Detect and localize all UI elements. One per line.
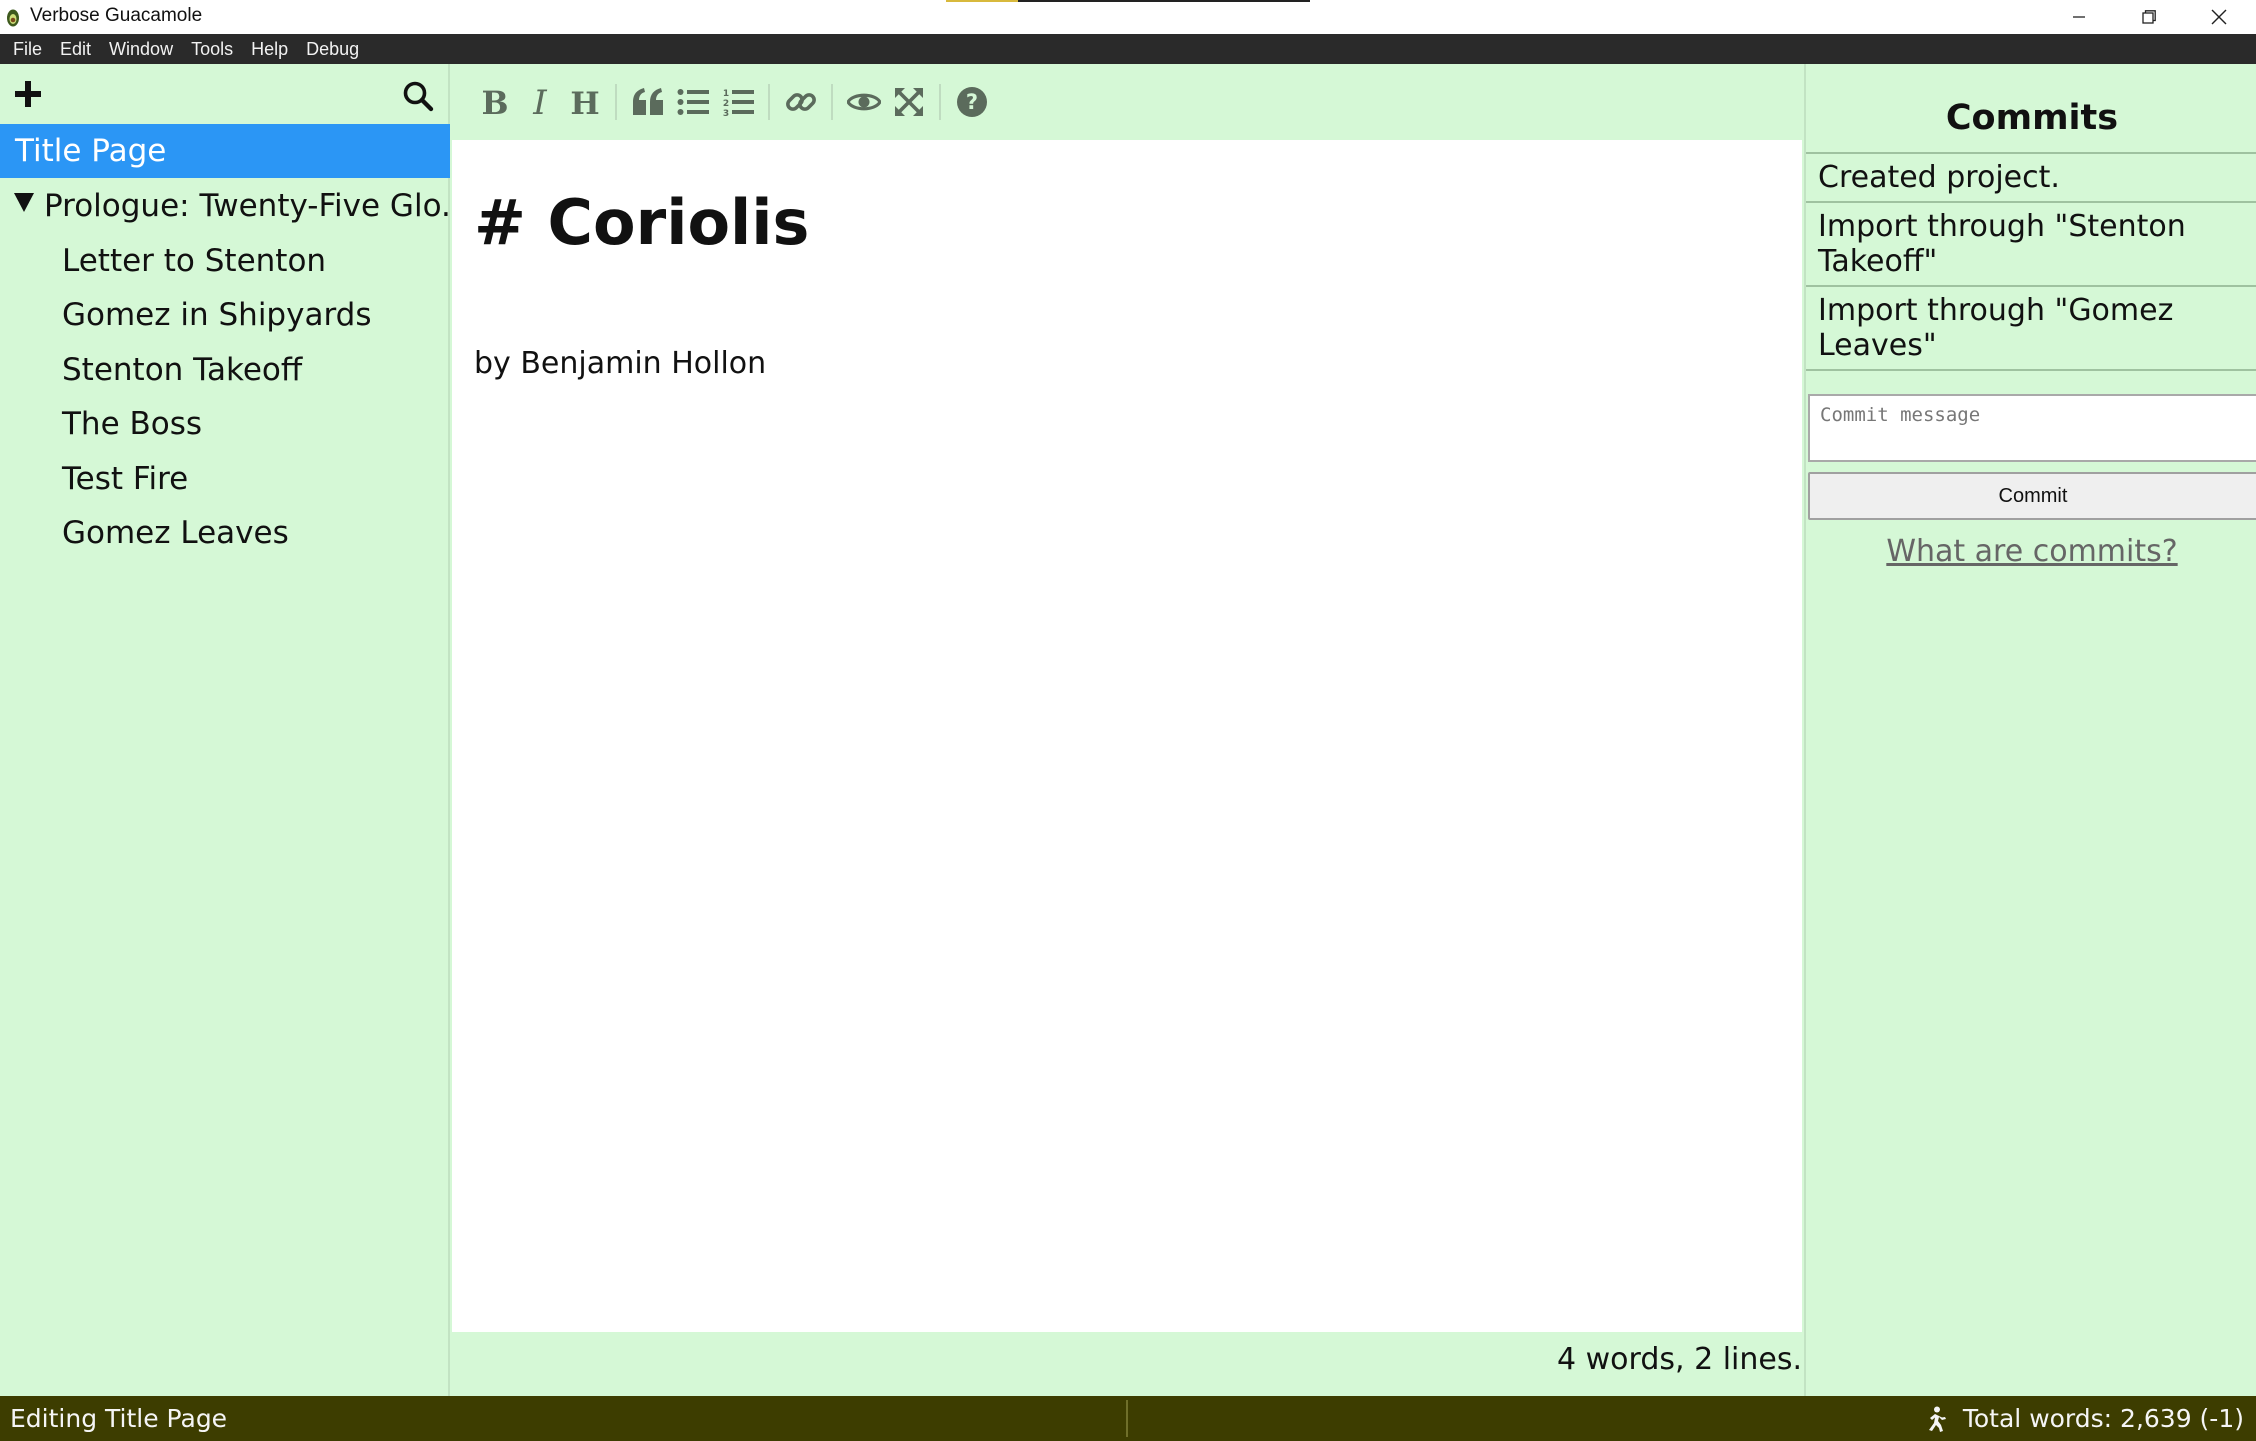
svg-text:3: 3 <box>722 109 728 116</box>
quote-button[interactable] <box>625 79 670 125</box>
format-toolbar: B I H 1 2 3 ? <box>452 64 1804 140</box>
link-icon <box>785 93 816 111</box>
minimize-button[interactable] <box>2044 0 2114 34</box>
menu-help[interactable]: Help <box>242 34 297 64</box>
plus-icon[interactable] <box>12 78 44 110</box>
sidebar-item-chapter[interactable]: Stenton Takeoff <box>0 343 450 397</box>
close-button[interactable] <box>2184 0 2254 34</box>
toolbar-separator <box>768 84 770 120</box>
menu-debug[interactable]: Debug <box>297 34 368 64</box>
menu-file[interactable]: File <box>4 34 51 64</box>
expand-triangle-icon[interactable] <box>14 193 34 212</box>
menu-bar: File Edit Window Tools Help Debug <box>0 34 2256 64</box>
sidebar-item-chapter[interactable]: Letter to Stenton <box>0 234 450 288</box>
fullscreen-button[interactable] <box>886 79 931 125</box>
commit-item[interactable]: Created project. <box>1806 152 2256 201</box>
sidebar-item-title-page[interactable]: Title Page <box>0 124 450 178</box>
menu-window[interactable]: Window <box>100 34 182 64</box>
ordered-list-button[interactable]: 1 2 3 <box>715 79 760 125</box>
sidebar-item-chapter[interactable]: Gomez Leaves <box>0 506 450 560</box>
document-sidebar: Title Page Prologue: Twenty-Five Glo... … <box>0 64 450 1396</box>
italic-button[interactable]: I <box>517 79 562 125</box>
editor-heading-line[interactable]: # Coriolis <box>474 186 809 259</box>
help-button[interactable]: ? <box>949 79 994 125</box>
commit-item[interactable]: Import through "Stenton Takeoff" <box>1806 201 2256 285</box>
preview-icon <box>846 93 881 111</box>
commits-panel: Commits Created project. Import through … <box>1804 64 2256 1396</box>
sidebar-header <box>0 64 448 124</box>
commit-message-input[interactable] <box>1808 394 2256 462</box>
toolbar-separator <box>831 84 833 120</box>
close-icon <box>2211 9 2227 25</box>
status-editing: Editing Title Page <box>10 1404 228 1433</box>
status-divider <box>1126 1400 1128 1437</box>
svg-text:B: B <box>481 86 508 118</box>
ordered-list-icon: 1 2 3 <box>722 89 754 116</box>
sidebar-item-label: Prologue: Twenty-Five Glo... <box>44 188 450 224</box>
editor-byline[interactable]: by Benjamin Hollon <box>474 346 766 381</box>
menu-tools[interactable]: Tools <box>182 34 242 64</box>
commit-button[interactable]: Commit <box>1808 472 2256 520</box>
word-count: 4 words, 2 lines. <box>1557 1342 1802 1377</box>
unordered-list-icon <box>677 89 709 115</box>
sidebar-item-chapter[interactable]: The Boss <box>0 397 450 451</box>
quote-icon <box>632 88 663 115</box>
svg-text:1: 1 <box>722 89 728 99</box>
menu-edit[interactable]: Edit <box>51 34 100 64</box>
commit-item[interactable]: Import through "Gomez Leaves" <box>1806 285 2256 371</box>
unordered-list-button[interactable] <box>670 79 715 125</box>
commits-title: Commits <box>1945 98 2119 138</box>
bold-icon: B <box>481 86 508 118</box>
svg-text:?: ? <box>965 90 977 114</box>
markdown-editor[interactable]: # Coriolis by Benjamin Hollon <box>452 140 1802 1332</box>
minimize-icon <box>2073 16 2085 18</box>
toolbar-separator <box>615 84 617 120</box>
svg-text:I: I <box>532 86 547 118</box>
heading-button[interactable]: H <box>562 79 607 125</box>
preview-button[interactable] <box>841 79 886 125</box>
title-bar: Verbose Guacamole <box>0 0 2256 34</box>
sidebar-item-chapter[interactable]: Test Fire <box>0 452 450 506</box>
title-progress-track <box>1018 0 1310 2</box>
total-word-count: Total words: 2,639 (-1) <box>1962 1404 2244 1433</box>
avocado-icon <box>7 9 19 27</box>
status-right: Total words: 2,639 (-1) <box>1923 1404 2244 1433</box>
title-progress-accent <box>946 0 1018 2</box>
toolbar-separator <box>939 84 941 120</box>
what-are-commits-link[interactable]: What are commits? <box>1806 534 2256 569</box>
fullscreen-icon <box>894 88 923 116</box>
status-bar: Editing Title Page Total words: 2,639 (-… <box>0 1396 2256 1441</box>
svg-text:2: 2 <box>722 99 728 109</box>
commit-list: Created project. Import through "Stenton… <box>1806 152 2256 371</box>
restore-button[interactable] <box>2114 0 2184 34</box>
help-icon: ? <box>956 87 987 117</box>
editor-pane: B I H 1 2 3 ? # Coriolis by Benjamin Hol… <box>452 64 1804 1396</box>
italic-icon: I <box>532 86 547 118</box>
search-icon[interactable] <box>402 80 434 112</box>
bold-button[interactable]: B <box>472 79 517 125</box>
restore-icon <box>2142 10 2156 24</box>
running-person-icon <box>1928 1406 1946 1432</box>
sidebar-item-prologue[interactable]: Prologue: Twenty-Five Glo... <box>0 179 450 233</box>
sidebar-item-chapter[interactable]: Gomez in Shipyards <box>0 288 450 342</box>
heading-icon: H <box>570 86 599 118</box>
window-title: Verbose Guacamole <box>30 5 203 26</box>
link-button[interactable] <box>778 79 823 125</box>
svg-text:H: H <box>570 86 599 118</box>
